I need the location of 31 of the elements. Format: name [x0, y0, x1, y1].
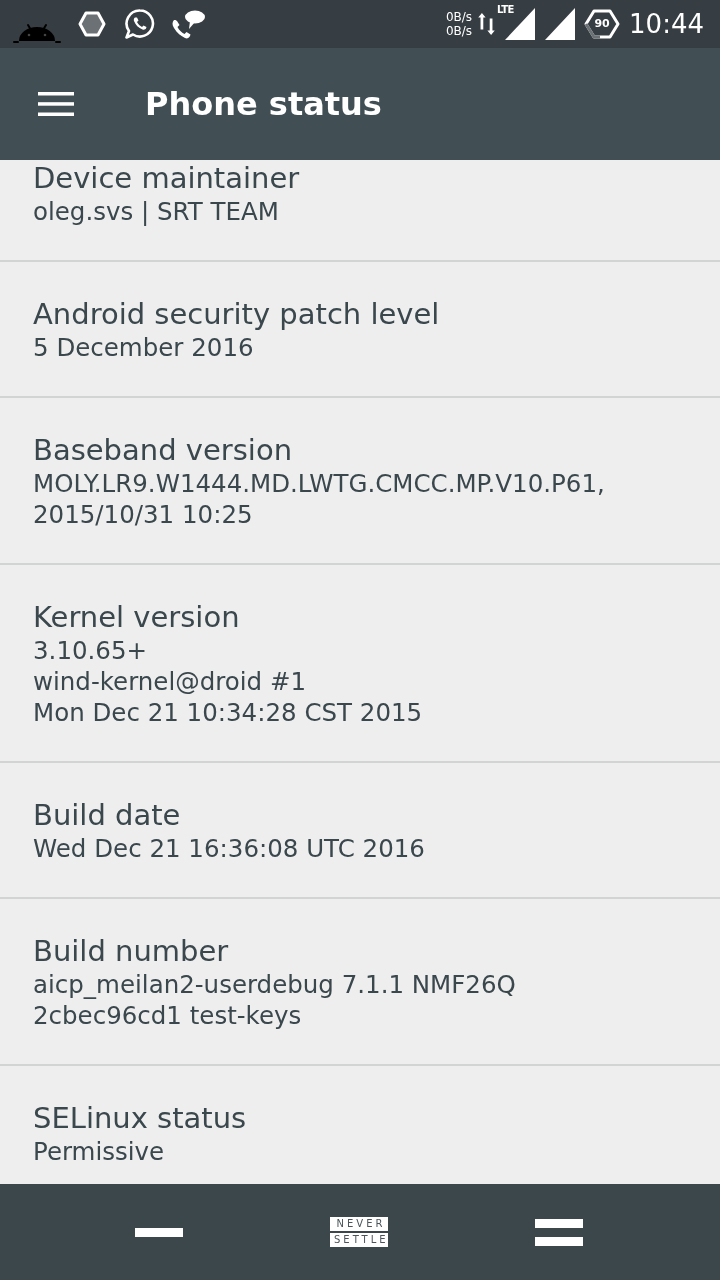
item-title: Kernel version	[33, 599, 241, 635]
item-title: Build number	[33, 933, 230, 969]
battery-icon	[584, 9, 621, 39]
item-title: Build date	[33, 797, 182, 833]
equals-icon	[535, 1218, 583, 1246]
item-value: 5 December 2016	[33, 332, 255, 363]
item-value: aicp_meilan2-userdebug 7.1.1 NMF26Q 2cbec96cd1 test-keys	[33, 969, 517, 1031]
item-title: SELinux status	[33, 1100, 248, 1136]
menu-icon	[38, 92, 74, 116]
page-title: Phone status	[145, 85, 382, 123]
android-head-icon	[13, 23, 61, 43]
item-title: Android security patch level	[33, 296, 441, 332]
dash-icon	[135, 1227, 183, 1237]
battery-percent: 90	[594, 16, 610, 32]
chat-phone-icon	[124, 8, 156, 40]
signal-icon	[545, 8, 576, 40]
home-button[interactable]: NEVER SETTLE	[324, 1211, 394, 1253]
item-title: Baseband version	[33, 432, 294, 468]
clock-time: 10:44	[629, 9, 704, 39]
data-speed: 0B/s	[445, 24, 473, 38]
network-type: LTE	[497, 4, 514, 15]
up-down-arrows-icon	[478, 13, 496, 35]
item-title: Device maintainer	[33, 160, 301, 196]
data-speed: 0B/s	[445, 10, 473, 24]
item-value: oleg.svs | SRT TEAM	[33, 196, 280, 227]
hexagon-icon	[78, 10, 106, 38]
phone-bubble-icon	[171, 9, 205, 39]
item-value: MOLY.LR9.W1444.MD.LWTG.CMCC.MP.V10.P61, 2015/10/31 10:25	[33, 468, 606, 530]
item-value: 3.10.65+ wind-kernel@droid #1 Mon Dec 21 10:34:28 CST 2015	[33, 635, 424, 728]
item-value: Wed Dec 21 16:36:08 UTC 2016	[33, 833, 426, 864]
item-value: Permissive	[33, 1136, 166, 1167]
